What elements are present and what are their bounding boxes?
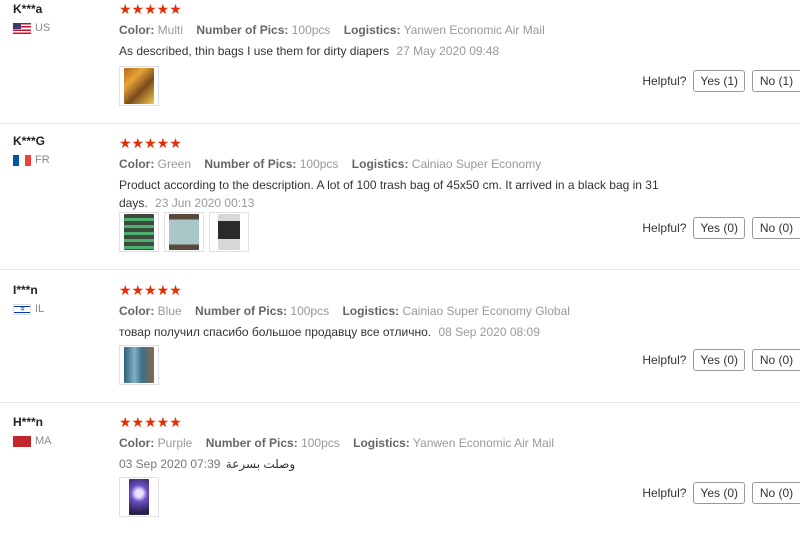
pics-label: Number of Pics: bbox=[195, 304, 288, 318]
review-photo[interactable] bbox=[119, 66, 159, 106]
star-rating: ★★★★★ bbox=[119, 414, 182, 430]
review-attributes: Color: Green Number of Pics: 100pcs Logi… bbox=[119, 157, 679, 171]
logistics-value: Cainiao Super Economy Global bbox=[402, 304, 570, 318]
helpful-label: Helpful? bbox=[642, 221, 687, 235]
color-value: Multi bbox=[157, 23, 184, 37]
fr-flag-icon bbox=[13, 154, 31, 166]
reviewer-country: MA bbox=[13, 435, 52, 447]
logistics-label: Logistics: bbox=[343, 23, 401, 37]
review-item: K***G FR ★★★★★ Color: Green Number of Pi… bbox=[0, 124, 800, 270]
helpful-no-button[interactable]: No (0) bbox=[752, 482, 800, 504]
reviewer-info: K***a US bbox=[13, 2, 50, 34]
reviewer-country: FR bbox=[13, 154, 50, 166]
review-photos bbox=[119, 212, 249, 252]
review-photo[interactable] bbox=[119, 477, 159, 517]
star-rating: ★★★★★ bbox=[119, 135, 182, 151]
star-rating: ★★★★★ bbox=[119, 282, 182, 298]
review-item: K***a US ★★★★★ Color: Multi Number of Pi… bbox=[0, 0, 800, 124]
helpful-label: Helpful? bbox=[642, 74, 687, 88]
review-date: 27 May 2020 09:48 bbox=[396, 44, 500, 58]
pics-value: 100pcs bbox=[290, 304, 330, 318]
pics-value: 100pcs bbox=[301, 436, 340, 450]
review-date: 23 Jun 2020 00:13 bbox=[155, 196, 255, 210]
helpful-yes-button[interactable]: Yes (0) bbox=[693, 349, 745, 371]
color-label: Color: bbox=[119, 436, 155, 450]
reviewer-name: H***n bbox=[13, 415, 44, 429]
reviewer-country: ✡ IL bbox=[13, 303, 44, 315]
logistics-value: Yanwen Economic Air Mail bbox=[403, 23, 545, 37]
reviewer-name: I***n bbox=[13, 283, 38, 297]
country-code: US bbox=[35, 22, 51, 34]
logistics-label: Logistics: bbox=[351, 157, 409, 171]
review-photo[interactable] bbox=[119, 345, 159, 385]
review-content: ★★★★★ Color: Multi Number of Pics: 100pc… bbox=[119, 2, 679, 60]
review-text: Product according to the description. A … bbox=[119, 176, 679, 212]
reviewer-info: H***n MA bbox=[13, 415, 52, 447]
review-photos bbox=[119, 477, 159, 517]
il-flag-icon: ✡ bbox=[13, 303, 31, 315]
color-label: Color: bbox=[119, 157, 155, 171]
review-photo[interactable] bbox=[209, 212, 249, 252]
star-rating: ★★★★★ bbox=[119, 1, 182, 17]
country-code: MA bbox=[35, 435, 52, 447]
logistics-value: Cainiao Super Economy bbox=[411, 157, 542, 171]
review-photos bbox=[119, 66, 159, 106]
review-text: 03 Sep 2020 07:39 وصلت بسرعة bbox=[119, 455, 679, 473]
review-photo[interactable] bbox=[119, 212, 159, 252]
country-code: FR bbox=[35, 154, 50, 166]
helpful-yes-button[interactable]: Yes (0) bbox=[693, 482, 745, 504]
review-body: وصلت بسرعة bbox=[225, 457, 296, 471]
review-content: ★★★★★ Color: Green Number of Pics: 100pc… bbox=[119, 136, 679, 212]
helpful-votes: Helpful? Yes (0) No (0) bbox=[642, 349, 800, 371]
helpful-votes: Helpful? Yes (0) No (0) bbox=[642, 217, 800, 239]
logistics-label: Logistics: bbox=[342, 304, 400, 318]
helpful-label: Helpful? bbox=[642, 486, 687, 500]
pics-label: Number of Pics: bbox=[196, 23, 289, 37]
pics-label: Number of Pics: bbox=[204, 157, 297, 171]
reviewer-info: I***n ✡ IL bbox=[13, 283, 44, 315]
review-item: H***n MA ★★★★★ Color: Purple Number of P… bbox=[0, 403, 800, 543]
color-value: Green bbox=[157, 157, 192, 171]
logistics-label: Logistics: bbox=[353, 436, 410, 450]
reviewer-country: US bbox=[13, 22, 50, 34]
helpful-label: Helpful? bbox=[642, 353, 687, 367]
review-text: As described, thin bags I use them for d… bbox=[119, 42, 679, 60]
pics-value: 100pcs bbox=[299, 157, 339, 171]
review-body: As described, thin bags I use them for d… bbox=[119, 44, 390, 58]
helpful-yes-button[interactable]: Yes (0) bbox=[693, 217, 745, 239]
review-text: товар получил спасибо большое продавцу в… bbox=[119, 323, 679, 341]
helpful-no-button[interactable]: No (1) bbox=[752, 70, 800, 92]
helpful-no-button[interactable]: No (0) bbox=[752, 349, 800, 371]
review-photo[interactable] bbox=[164, 212, 204, 252]
review-date: 03 Sep 2020 07:39 bbox=[119, 457, 221, 471]
reviewer-name: K***a bbox=[13, 2, 43, 16]
ma-flag-icon bbox=[13, 435, 31, 447]
review-item: I***n ✡ IL ★★★★★ Color: Blue Number of P… bbox=[0, 270, 800, 403]
reviewer-name: K***G bbox=[13, 134, 46, 148]
color-label: Color: bbox=[119, 304, 155, 318]
helpful-yes-button[interactable]: Yes (1) bbox=[693, 70, 745, 92]
review-content: ★★★★★ Color: Blue Number of Pics: 100pcs… bbox=[119, 283, 679, 341]
review-attributes: Color: Purple Number of Pics: 100pcs Log… bbox=[119, 436, 679, 450]
review-content: ★★★★★ Color: Purple Number of Pics: 100p… bbox=[119, 415, 679, 473]
color-label: Color: bbox=[119, 23, 155, 37]
color-value: Purple bbox=[157, 436, 193, 450]
helpful-votes: Helpful? Yes (0) No (0) bbox=[642, 482, 800, 504]
helpful-votes: Helpful? Yes (1) No (1) bbox=[642, 70, 800, 92]
review-body: товар получил спасибо большое продавцу в… bbox=[119, 325, 432, 339]
color-value: Blue bbox=[157, 304, 182, 318]
reviewer-info: K***G FR bbox=[13, 134, 50, 166]
review-photos bbox=[119, 345, 159, 385]
logistics-value: Yanwen Economic Air Mail bbox=[412, 436, 555, 450]
country-code: IL bbox=[35, 303, 45, 315]
pics-label: Number of Pics: bbox=[205, 436, 298, 450]
us-flag-icon bbox=[13, 22, 31, 34]
review-attributes: Color: Multi Number of Pics: 100pcs Logi… bbox=[119, 23, 679, 37]
pics-value: 100pcs bbox=[291, 23, 331, 37]
helpful-no-button[interactable]: No (0) bbox=[752, 217, 800, 239]
review-date: 08 Sep 2020 08:09 bbox=[438, 325, 540, 339]
review-attributes: Color: Blue Number of Pics: 100pcs Logis… bbox=[119, 304, 679, 318]
